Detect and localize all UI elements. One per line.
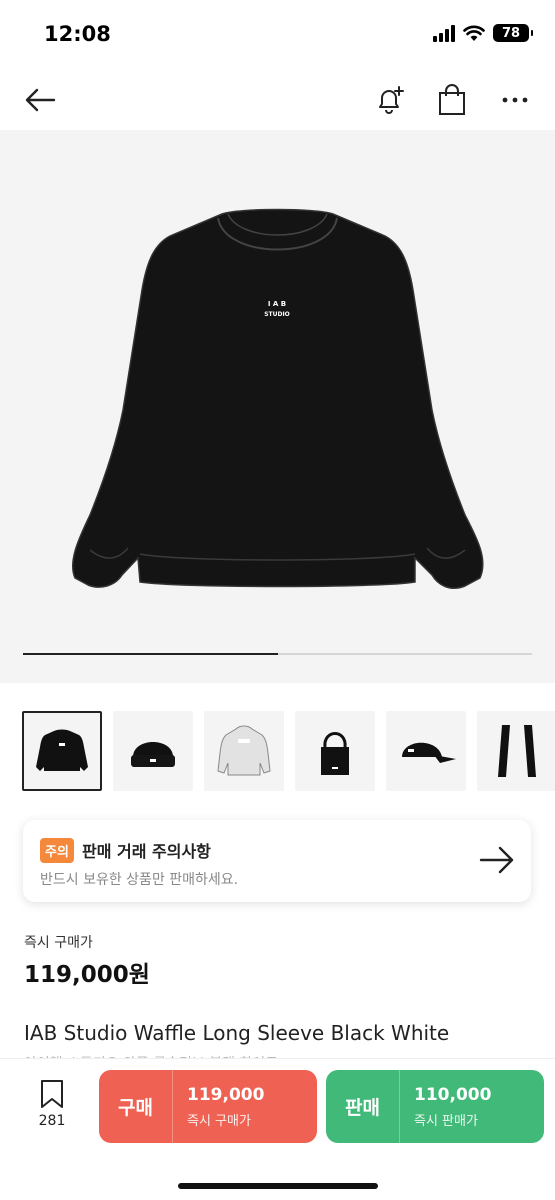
scarf-thumb-icon	[498, 725, 536, 777]
nav-bar	[0, 70, 555, 128]
wishlist-button[interactable]: 281	[28, 1079, 76, 1129]
bottom-action-bar: 281 구매 119,000 즉시 구매가 판매 110,000 즉시 판매가	[0, 1058, 555, 1200]
sell-price: 110,000	[414, 1085, 492, 1105]
thumb-grey-jacket[interactable]	[204, 711, 284, 791]
thumb-scarf[interactable]	[477, 711, 555, 791]
sell-button[interactable]: 판매 110,000 즉시 판매가	[326, 1070, 544, 1143]
sell-sub-label: 즉시 판매가	[414, 1114, 478, 1129]
buy-label: 구매	[118, 1097, 153, 1119]
sales-notice-card[interactable]: 주의 판매 거래 주의사항 반드시 보유한 상품만 판매하세요.	[23, 820, 531, 902]
carousel-progress-fill	[23, 653, 278, 655]
shopping-bag-icon	[439, 84, 465, 115]
thumb-tote-bag[interactable]	[295, 711, 375, 791]
notice-subtitle: 반드시 보유한 상품만 판매하세요.	[40, 872, 239, 888]
tote-bag-thumb-icon	[321, 732, 349, 775]
hero-logo-line1: I A B	[268, 300, 286, 308]
product-name: IAB Studio Waffle Long Sleeve Black Whit…	[24, 1021, 450, 1045]
back-arrow-icon	[25, 88, 56, 112]
notice-title: 판매 거래 주의사항	[82, 842, 211, 861]
beanie-thumb-icon	[131, 742, 175, 767]
thumb-cap[interactable]	[386, 711, 466, 791]
bookmark-icon	[41, 1080, 63, 1108]
more-options-button[interactable]	[495, 80, 535, 120]
buy-price: 119,000	[187, 1085, 265, 1105]
status-time: 12:08	[44, 22, 111, 46]
shopping-bag-button[interactable]	[432, 80, 472, 120]
wishlist-count: 281	[38, 1113, 66, 1129]
bell-plus-icon	[379, 86, 404, 114]
sell-divider	[399, 1070, 400, 1143]
arrow-right-icon	[479, 846, 514, 874]
product-image-carousel[interactable]: I A B STUDIO	[0, 130, 555, 683]
sweatshirt-illustration: I A B STUDIO	[71, 208, 484, 589]
instant-buy-price-label: 즉시 구매가	[24, 935, 93, 951]
cellular-signal-icon	[433, 24, 455, 42]
buy-divider	[172, 1070, 173, 1143]
sweatshirt-thumb-icon	[36, 729, 88, 771]
home-indicator	[178, 1183, 378, 1189]
caution-badge: 주의	[40, 838, 74, 863]
cap-thumb-icon	[402, 742, 456, 763]
carousel-progress	[23, 653, 532, 655]
hero-logo-line2: STUDIO	[264, 311, 290, 318]
buy-button[interactable]: 구매 119,000 즉시 구매가	[99, 1070, 317, 1143]
thumb-sweatshirt[interactable]	[22, 711, 102, 791]
grey-jacket-thumb-icon	[217, 725, 271, 776]
sell-label: 판매	[345, 1097, 380, 1119]
notification-add-button[interactable]	[370, 80, 410, 120]
battery-icon: 78	[493, 24, 533, 42]
back-button[interactable]	[20, 80, 60, 120]
thumb-beanie[interactable]	[113, 711, 193, 791]
thumbnail-strip	[22, 711, 555, 791]
buy-sub-label: 즉시 구매가	[187, 1114, 251, 1129]
status-bar: 12:08 78	[0, 0, 555, 70]
instant-buy-price-value: 119,000원	[24, 962, 150, 988]
status-icons: 78	[433, 24, 533, 42]
more-dots-icon	[502, 97, 528, 103]
wifi-icon	[463, 25, 485, 41]
